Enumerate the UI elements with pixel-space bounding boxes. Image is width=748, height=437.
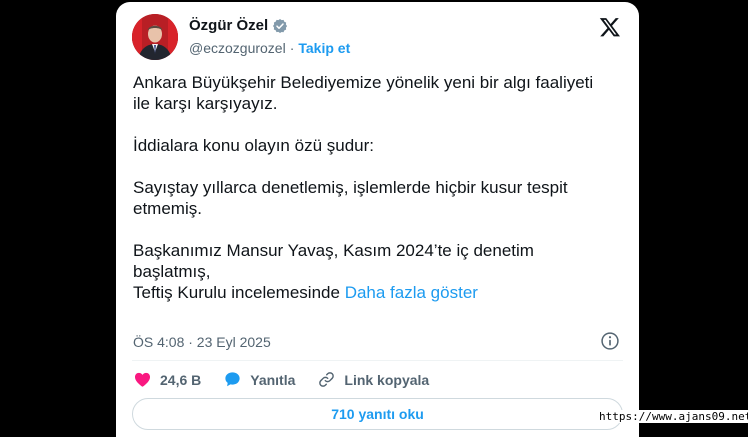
read-replies-button[interactable]: 710 yanıtı oku [132,398,623,430]
tweet-card: Özgür Özel @eczozgurozel · Takip et Anka… [116,2,639,437]
tweet-text: Ankara Büyükşehir Belediyemize yönelik y… [133,72,613,303]
tweet-paragraph-last: Başkanımız Mansur Yavaş, Kasım 2024’te i… [133,240,613,303]
tweet-paragraph: İddialara konu olayın özü şudur: [133,136,374,155]
copy-link-label: Link kopyala [344,371,430,388]
reply-button[interactable]: Yanıtla [223,370,295,389]
tweet-paragraph: Sayıştay yıllarca denetlemiş, işlemlerde… [133,178,568,218]
tweet-paragraph: Ankara Büyükşehir Belediyemize yönelik y… [133,73,594,113]
avatar[interactable] [132,14,178,60]
divider [132,360,623,361]
verified-badge-icon [272,18,288,34]
link-icon [317,370,336,389]
show-more-link[interactable]: Daha fazla göster [345,283,478,302]
tweet-line: Başkanımız Mansur Yavaş, Kasım 2024’te i… [133,241,534,281]
info-icon[interactable] [600,331,620,351]
author-name[interactable]: Özgür Özel [189,17,268,34]
reply-bubble-icon [223,370,242,389]
handle-row: @eczozgurozel · Takip et [189,40,350,56]
heart-icon [133,370,152,389]
author-name-row[interactable]: Özgür Özel [189,17,288,34]
tweet-timestamp[interactable]: ÖS 4:08 · 23 Eyl 2025 [133,334,271,350]
x-logo-icon[interactable] [599,16,621,38]
author-handle[interactable]: @eczozgurozel [189,40,286,56]
like-button[interactable]: 24,6 B [133,370,201,389]
tweet-line: Teftiş Kurulu incelemesinde [133,283,340,302]
separator-dot: · [289,40,295,56]
copy-link-button[interactable]: Link kopyala [317,370,429,389]
reply-label: Yanıtla [250,371,296,388]
action-bar: 24,6 B Yanıtla Link kopyala [133,370,451,389]
like-count: 24,6 B [160,371,202,388]
follow-button[interactable]: Takip et [298,40,350,56]
watermark: https://www.ajans09.net [593,410,748,423]
page: Özgür Özel @eczozgurozel · Takip et Anka… [0,0,748,437]
